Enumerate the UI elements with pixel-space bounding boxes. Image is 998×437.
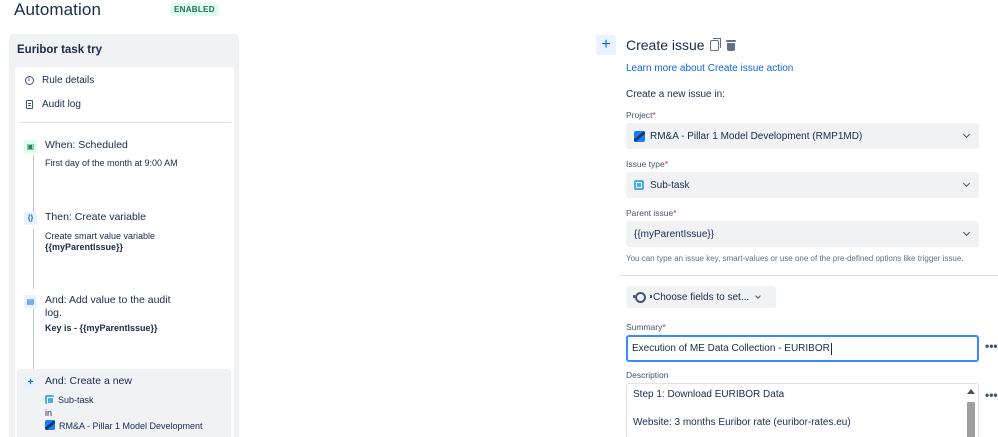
description-more-icon[interactable]: ••• (985, 388, 998, 402)
step-detail: First day of the month at 9:00 AM (45, 158, 178, 168)
status-badge: ENABLED (170, 3, 219, 16)
document-icon (24, 100, 34, 110)
plus-icon: + (24, 376, 37, 389)
issue-type-label: Issue type* (626, 159, 669, 169)
page-title: Automation (14, 0, 101, 19)
step-trigger-scheduled[interactable]: ▣ When: Scheduled First day of the month… (24, 139, 224, 179)
divider (19, 122, 231, 123)
project-select[interactable]: RM&A - Pillar 1 Model Development (RMP1M… (626, 123, 979, 149)
step-issue-type: Sub-task (45, 394, 215, 406)
nav-audit-log-label: Audit log (42, 99, 81, 110)
copy-icon[interactable] (710, 38, 721, 51)
info-icon: i (24, 76, 34, 86)
summary-value: Execution of ME Data Collection - EURIBO… (632, 343, 830, 354)
issue-type-select[interactable]: Sub-task (626, 172, 979, 198)
chevron-down-icon (755, 292, 762, 299)
step-detail: Key is - {{myParentIssue}} (45, 323, 158, 333)
summary-more-icon[interactable]: ••• (985, 339, 998, 353)
project-icon (45, 420, 55, 430)
nav-audit-log[interactable]: Audit log (24, 99, 81, 110)
chevron-down-icon (962, 130, 971, 139)
step-audit-log[interactable]: ▤ And: Add value to the audit log. Key i… (24, 294, 224, 354)
subtask-icon (45, 395, 54, 404)
subtask-icon (634, 180, 644, 190)
calendar-icon: ▣ (24, 140, 37, 153)
description-line: Website: 3 months Euribor rate (euribor-… (633, 417, 851, 428)
summary-label: Summary* (626, 322, 666, 332)
step-variable-name: {{myParentIssue}} (45, 242, 124, 252)
description-line: Step 1: Download EURIBOR Data (633, 389, 785, 400)
scrollbar-thumb[interactable] (967, 402, 975, 437)
parent-issue-value: {{myParentIssue}} (634, 228, 715, 240)
issue-type-value: Sub-task (650, 179, 690, 191)
step-title: And: Add value to the audit log. (45, 294, 171, 319)
rule-name: Euribor task try (17, 44, 102, 56)
scroll-up-arrow[interactable] (967, 389, 975, 394)
parent-issue-helper: You can type an issue key, smart-values … (626, 254, 964, 263)
step-create-variable[interactable]: {} Then: Create variable Create smart va… (24, 211, 224, 261)
parent-issue-select[interactable]: {{myParentIssue}} (626, 221, 979, 247)
nav-rule-details[interactable]: i Rule details (24, 75, 94, 86)
gear-icon (633, 291, 652, 303)
action-title: Create issue (626, 37, 705, 53)
learn-more-link[interactable]: Learn more about Create issue action (626, 63, 793, 74)
trash-icon[interactable] (726, 40, 736, 51)
parent-issue-label: Parent issue* (626, 208, 677, 218)
step-detail: in (45, 408, 53, 418)
step-title: And: Create a new (45, 375, 132, 387)
description-textarea[interactable]: Step 1: Download EURIBOR Data Website: 3… (626, 383, 979, 437)
nav-rule-details-label: Rule details (42, 75, 95, 86)
project-icon (634, 130, 645, 142)
step-title: Then: Create variable (45, 211, 146, 223)
rule-steps-panel: i Rule details Audit log ▣ When: Schedul… (15, 67, 234, 437)
chevron-down-icon (962, 228, 971, 237)
audit-icon: ▤ (24, 295, 37, 308)
create-in-label: Create a new issue in: (626, 89, 725, 100)
text-caret (830, 342, 832, 355)
step-title: When: Scheduled (45, 139, 128, 151)
choose-fields-button[interactable]: Choose fields to set... (626, 286, 776, 308)
project-value: RM&A - Pillar 1 Model Development (RMP1M… (650, 130, 863, 142)
divider (620, 275, 998, 276)
action-plus-icon: + (596, 35, 616, 55)
project-label: Project* (626, 110, 656, 120)
braces-icon: {} (24, 212, 37, 225)
description-label: Description (626, 370, 669, 380)
chevron-down-icon (962, 179, 971, 188)
summary-input[interactable]: Execution of ME Data Collection - EURIBO… (626, 335, 979, 362)
step-create-issue[interactable]: + And: Create a new Sub-task in RM&A - P… (24, 375, 224, 437)
step-project: RM&A - Pillar 1 Model Development (45, 420, 235, 432)
rule-sidebar: Euribor task try i Rule details Audit lo… (9, 34, 239, 437)
choose-fields-label: Choose fields to set... (653, 291, 750, 303)
